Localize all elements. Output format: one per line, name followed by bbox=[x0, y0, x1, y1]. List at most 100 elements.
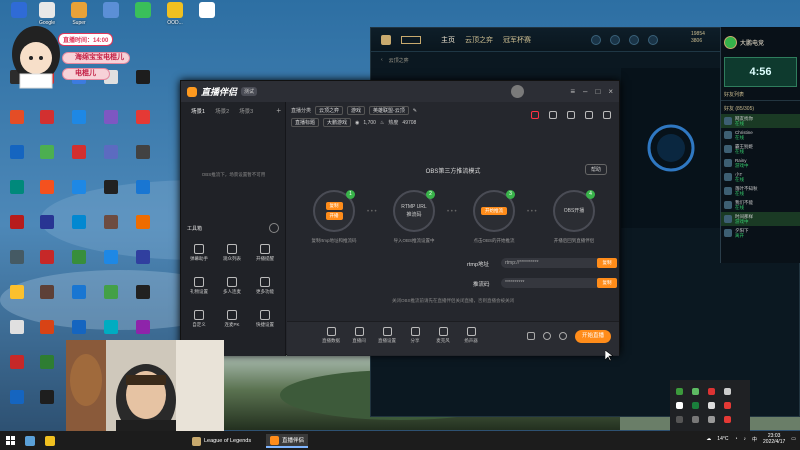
rtmp-field[interactable]: rtmp://********** bbox=[501, 258, 601, 268]
input-method-icon[interactable]: 中 bbox=[752, 436, 757, 443]
friend-item[interactable]: 我们不能 在线 bbox=[721, 198, 800, 212]
obs-mode-title: OBS第三方推流模式 bbox=[425, 169, 481, 175]
step-start-button[interactable]: 开播 bbox=[325, 212, 343, 220]
start-stream-button[interactable]: 开始直播 bbox=[575, 330, 611, 343]
tool-gift[interactable]: 礼物设置 bbox=[185, 277, 213, 295]
bottom-tool-share[interactable]: 分享 bbox=[401, 327, 429, 344]
friend-item[interactable]: 落叶不知秋 在线 bbox=[721, 184, 800, 198]
network-icon[interactable]: ◔ bbox=[734, 436, 737, 442]
profile-header[interactable]: 大鹏电竞 bbox=[721, 27, 800, 57]
tray-icon[interactable] bbox=[692, 416, 699, 423]
message-icon[interactable] bbox=[549, 111, 557, 119]
tray-icon[interactable] bbox=[692, 402, 699, 409]
bottom-tool-mic[interactable]: 麦克风 bbox=[429, 327, 457, 344]
tool-danmu[interactable]: 弹幕助手 bbox=[185, 244, 213, 262]
loot-icon[interactable] bbox=[629, 35, 639, 45]
help-button[interactable]: 帮助 bbox=[584, 164, 607, 175]
category-chip[interactable]: 云顶之弈 bbox=[315, 106, 344, 115]
tab-scene-1[interactable]: 场景1 bbox=[191, 107, 205, 115]
bottom-tool-data[interactable]: 直播数据 bbox=[317, 327, 345, 344]
stream-key-field[interactable]: ********** bbox=[501, 278, 601, 288]
close-icon[interactable]: × bbox=[608, 87, 613, 96]
store-icon[interactable] bbox=[648, 35, 658, 45]
friend-item[interactable]: Christine 在线 bbox=[721, 128, 800, 142]
tool-reminder[interactable]: 开播提醒 bbox=[251, 244, 279, 262]
friend-status: 游戏中 bbox=[735, 219, 749, 224]
maximize-icon[interactable]: □ bbox=[595, 87, 600, 96]
bottom-tool-room[interactable]: 直播间 bbox=[345, 327, 373, 344]
gift-box-icon[interactable] bbox=[567, 111, 575, 119]
add-scene-icon[interactable]: + bbox=[276, 106, 281, 115]
scene-panel: 场景1 场景2 场景3 + OBS推流下，场景设置暂不可用 工具箱 弹幕助手 观… bbox=[181, 102, 286, 356]
tray-icon[interactable] bbox=[676, 416, 683, 423]
notification-center-icon[interactable]: ▭ bbox=[791, 436, 796, 442]
desktop-icon[interactable] bbox=[190, 2, 224, 20]
windows-start-icon[interactable] bbox=[6, 436, 15, 445]
back-arrow-icon[interactable]: ‹ bbox=[381, 57, 383, 63]
tool-audience[interactable]: 观众列表 bbox=[218, 244, 246, 262]
taskbar-task-league[interactable]: League of Legends bbox=[188, 434, 255, 448]
room-icon bbox=[354, 327, 364, 336]
friend-item[interactable]: 网友找你 在线 bbox=[721, 114, 800, 128]
type-chip[interactable]: 游戏 bbox=[347, 106, 366, 115]
user-avatar[interactable] bbox=[511, 85, 524, 98]
tray-icon[interactable] bbox=[676, 402, 683, 409]
friends-section[interactable]: 好友 (85/305) bbox=[721, 101, 800, 114]
game-chip[interactable]: 英雄联盟-云顶 bbox=[369, 106, 409, 115]
desktop-icon[interactable]: OOD... bbox=[158, 2, 192, 26]
camera-icon[interactable] bbox=[527, 332, 535, 340]
profile-icon[interactable] bbox=[591, 35, 601, 45]
collection-icon[interactable] bbox=[610, 35, 620, 45]
weather-temp[interactable]: 14°C bbox=[717, 436, 728, 442]
tray-icon[interactable] bbox=[692, 388, 699, 395]
app-titlebar[interactable]: 直播伴侣 测试 bbox=[181, 81, 619, 102]
tab-scene-3[interactable]: 场景3 bbox=[239, 107, 253, 115]
tool-pk[interactable]: 连麦PK bbox=[218, 310, 246, 328]
tool-quick-settings[interactable]: 快捷设置 bbox=[251, 310, 279, 328]
bottom-tool-speaker[interactable]: 扬声器 bbox=[457, 327, 485, 344]
eye-icon[interactable] bbox=[543, 332, 551, 340]
share-icon[interactable] bbox=[603, 111, 611, 119]
tool-custom[interactable]: 自定义 bbox=[185, 310, 213, 328]
edit-icon[interactable]: ✎ bbox=[413, 108, 417, 114]
weather-icon[interactable]: ☁ bbox=[706, 436, 711, 442]
title-value[interactable]: 大鹏游戏 bbox=[323, 118, 352, 127]
tray-icon[interactable] bbox=[724, 416, 731, 423]
bottom-tool-settings[interactable]: 直播设置 bbox=[373, 327, 401, 344]
tray-icon[interactable] bbox=[724, 388, 731, 395]
tool-more[interactable]: 更多功能 bbox=[251, 277, 279, 295]
tab-scene-2[interactable]: 场景2 bbox=[215, 107, 229, 115]
taskbar-clock[interactable]: 23:03 2022/4/17 bbox=[763, 433, 785, 445]
tool-multi-mic[interactable]: 多人连麦 bbox=[218, 277, 246, 295]
friend-item[interactable]: 小T 在线 bbox=[721, 170, 800, 184]
step-push-button[interactable]: 开始推流 bbox=[481, 207, 507, 215]
toolbox-toggle-icon[interactable] bbox=[269, 223, 279, 233]
friend-item[interactable]: 霸王别姬 在线 bbox=[721, 142, 800, 156]
steam-icon[interactable] bbox=[25, 435, 35, 446]
tray-icon[interactable] bbox=[708, 402, 715, 409]
nav-clash[interactable]: 冠军杯赛 bbox=[503, 35, 531, 45]
step-copy-button[interactable]: 复制 bbox=[325, 202, 343, 210]
volume-icon[interactable]: ♪ bbox=[744, 436, 747, 442]
minimize-icon[interactable]: – bbox=[583, 87, 587, 96]
tray-icon[interactable] bbox=[708, 416, 715, 423]
copy-key-button[interactable]: 复制 bbox=[597, 278, 617, 288]
desktop-icon[interactable] bbox=[126, 2, 160, 20]
nav-home[interactable]: 主页 bbox=[441, 35, 455, 45]
tray-icon[interactable] bbox=[676, 388, 683, 395]
folder-icon[interactable] bbox=[45, 435, 55, 446]
friend-item[interactable]: 夕阳下 离开 bbox=[721, 226, 800, 240]
taskbar-task-streaming[interactable]: 直播伴侣 bbox=[266, 434, 309, 448]
tray-icon[interactable] bbox=[724, 402, 731, 409]
menu-icon[interactable]: ≡ bbox=[570, 87, 575, 96]
tray-icon[interactable] bbox=[708, 388, 715, 395]
notification-icon[interactable] bbox=[531, 111, 539, 119]
bell-icon[interactable] bbox=[585, 111, 593, 119]
gear-icon[interactable] bbox=[559, 332, 567, 340]
nav-tft[interactable]: 云顶之弈 bbox=[465, 35, 493, 45]
copy-rtmp-button[interactable]: 复制 bbox=[597, 258, 617, 268]
play-button[interactable] bbox=[401, 35, 421, 44]
streaming-app-window[interactable]: 直播伴侣 测试 ≡ – □ × 场景1 场景2 场景3 + OBS推流下，场景设… bbox=[180, 80, 620, 356]
friend-item[interactable]: Rainy 游戏中 bbox=[721, 156, 800, 170]
friend-item[interactable]: 时间那样 游戏中 bbox=[721, 212, 800, 226]
